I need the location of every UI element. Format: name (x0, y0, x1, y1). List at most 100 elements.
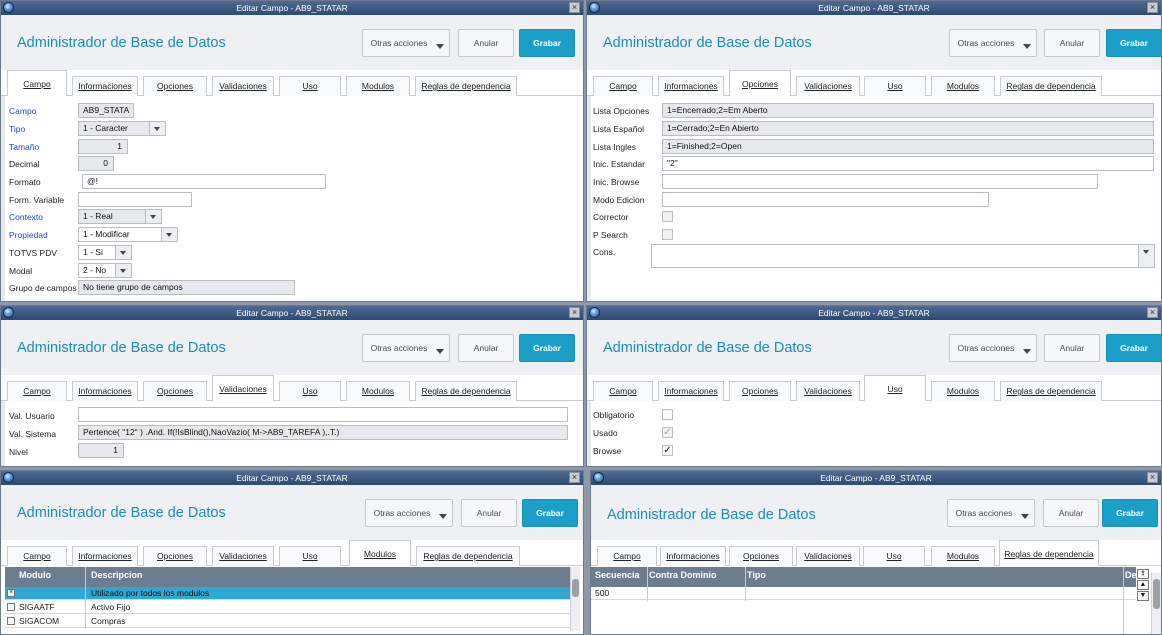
tab-reglas-dependencia[interactable]: Reglas de dependencia (999, 540, 1099, 567)
contexto-select[interactable]: 1 - Real (78, 209, 162, 224)
tab-reglas-dependencia[interactable]: Reglas de dependencia (415, 76, 517, 96)
anular-button[interactable]: Anular (461, 499, 517, 527)
row-checkbox[interactable]: × (7, 589, 15, 597)
tab-uso[interactable]: Uso (279, 546, 341, 566)
table-row[interactable]: SIGACOM Compras (5, 615, 570, 628)
tab-modulos[interactable]: Modulos (931, 546, 995, 566)
tab-opciones[interactable]: Opciones (729, 70, 791, 97)
otras-acciones-button[interactable]: Otras acciones (362, 334, 450, 362)
lista-ingles-field[interactable]: 1=Finished;2=Open (662, 139, 1154, 154)
tab-opciones[interactable]: Opciones (143, 381, 207, 401)
close-icon[interactable]: × (569, 2, 580, 13)
tab-modulos[interactable]: Modulos (931, 381, 995, 401)
tab-campo[interactable]: Campo (7, 70, 67, 97)
tab-validaciones[interactable]: Validaciones (212, 76, 274, 96)
scroll-up-icon[interactable]: ▲ (1137, 580, 1149, 590)
totvs-pdv-select[interactable]: 1 - Si (78, 245, 132, 260)
obligatorio-checkbox[interactable] (662, 409, 673, 420)
corrector-checkbox[interactable] (662, 211, 673, 222)
tab-uso[interactable]: Uso (864, 76, 926, 96)
anular-button[interactable]: Anular (1043, 499, 1099, 527)
tab-modulos[interactable]: Modulos (346, 381, 410, 401)
tab-uso[interactable]: Uso (864, 375, 926, 402)
tab-reglas-dependencia[interactable]: Reglas de dependencia (1000, 76, 1102, 96)
tab-validaciones[interactable]: Validaciones (212, 546, 274, 566)
grabar-button[interactable]: Grabar (519, 334, 575, 362)
tab-reglas-dependencia[interactable]: Reglas de dependencia (1000, 381, 1102, 401)
tab-validaciones[interactable]: Validaciones (212, 375, 274, 402)
nivel-field[interactable]: 1 (78, 443, 124, 458)
cons-select[interactable] (651, 244, 1155, 268)
scroll-top-icon[interactable]: ⯒ (1137, 569, 1149, 579)
row-checkbox[interactable] (7, 617, 15, 625)
anular-button[interactable]: Anular (458, 29, 514, 57)
tipo-select[interactable]: 1 - Caracter (78, 121, 166, 136)
tab-uso[interactable]: Uso (279, 76, 341, 96)
tab-uso[interactable]: Uso (863, 546, 925, 566)
anular-button[interactable]: Anular (1044, 29, 1100, 57)
grabar-button[interactable]: Grabar (522, 499, 578, 527)
vertical-scrollbar[interactable] (570, 567, 580, 631)
anular-button[interactable]: Anular (458, 334, 514, 362)
tab-opciones[interactable]: Opciones (729, 546, 793, 566)
otras-acciones-button[interactable]: Otras acciones (947, 499, 1035, 527)
lista-opciones-field[interactable]: 1=Encerrado;2=Em Aberto (662, 103, 1154, 118)
table-row[interactable]: SIGAATF Activo Fijo (5, 601, 570, 614)
tab-campo[interactable]: Campo (593, 76, 653, 96)
grabar-button[interactable]: Grabar (1106, 29, 1161, 57)
tab-reglas-dependencia[interactable]: Reglas de dependencia (415, 381, 517, 401)
table-row[interactable]: × Utilizado por todos los modulos (5, 587, 570, 600)
inic-browse-field[interactable] (662, 174, 1098, 189)
close-icon[interactable]: × (569, 307, 580, 318)
scroll-thumb[interactable] (1153, 579, 1160, 609)
tab-informaciones[interactable]: Informaciones (72, 76, 138, 96)
campo-field[interactable]: AB9_STATA (78, 103, 134, 118)
usado-checkbox[interactable]: ✓ (662, 427, 673, 438)
tab-modulos[interactable]: Modulos (346, 76, 410, 96)
grabar-button[interactable]: Grabar (1106, 334, 1161, 362)
tab-campo[interactable]: Campo (7, 546, 67, 566)
row-checkbox[interactable] (7, 603, 15, 611)
modo-edicion-field[interactable] (662, 192, 989, 207)
modal-select[interactable]: 2 - No (78, 263, 132, 278)
vertical-scrollbar[interactable] (1151, 573, 1161, 634)
propiedad-select[interactable]: 1 - Modificar (78, 227, 178, 242)
browse-checkbox[interactable]: ✓ (662, 445, 673, 456)
otras-acciones-button[interactable]: Otras acciones (949, 29, 1037, 57)
close-icon[interactable]: × (1147, 307, 1158, 318)
tab-informaciones[interactable]: Informaciones (658, 381, 724, 401)
scroll-down-icon[interactable]: ▼ (1137, 591, 1149, 601)
close-icon[interactable]: × (1147, 472, 1158, 483)
tab-opciones[interactable]: Opciones (143, 546, 207, 566)
p-search-checkbox[interactable] (662, 229, 673, 240)
grabar-button[interactable]: Grabar (519, 29, 575, 57)
tab-opciones[interactable]: Opciones (143, 76, 207, 96)
tab-modulos[interactable]: Modulos (349, 540, 411, 567)
grabar-button[interactable]: Grabar (1102, 499, 1158, 527)
close-icon[interactable]: × (569, 472, 580, 483)
tab-informaciones[interactable]: Informaciones (72, 381, 138, 401)
tab-campo[interactable]: Campo (7, 381, 67, 401)
tab-campo[interactable]: Campo (597, 546, 657, 566)
tab-informaciones[interactable]: Informaciones (658, 76, 724, 96)
formato-field[interactable]: @! (82, 174, 326, 189)
tamano-field[interactable]: 1 (78, 139, 128, 154)
tab-informaciones[interactable]: Informaciones (72, 546, 138, 566)
otras-acciones-button[interactable]: Otras acciones (362, 29, 450, 57)
close-icon[interactable]: × (1147, 2, 1158, 13)
val-usuario-field[interactable] (78, 407, 568, 422)
otras-acciones-button[interactable]: Otras acciones (365, 499, 453, 527)
val-sistema-field[interactable]: Pertence( "12" ) .And. If(!IsBlind(),Nao… (78, 425, 568, 440)
otras-acciones-button[interactable]: Otras acciones (949, 334, 1037, 362)
tab-uso[interactable]: Uso (279, 381, 341, 401)
tab-reglas-dependencia[interactable]: Reglas de dependencia (416, 546, 520, 566)
tab-informaciones[interactable]: Informaciones (660, 546, 726, 566)
scroll-thumb[interactable] (572, 579, 579, 597)
tab-validaciones[interactable]: Validaciones (796, 381, 860, 401)
anular-button[interactable]: Anular (1044, 334, 1100, 362)
tab-modulos[interactable]: Modulos (931, 76, 995, 96)
form-variable-field[interactable] (78, 192, 192, 207)
grupo-campos-field[interactable]: No tiene grupo de campos (78, 280, 295, 295)
tab-opciones[interactable]: Opciones (729, 381, 791, 401)
decimal-field[interactable]: 0 (78, 156, 114, 171)
